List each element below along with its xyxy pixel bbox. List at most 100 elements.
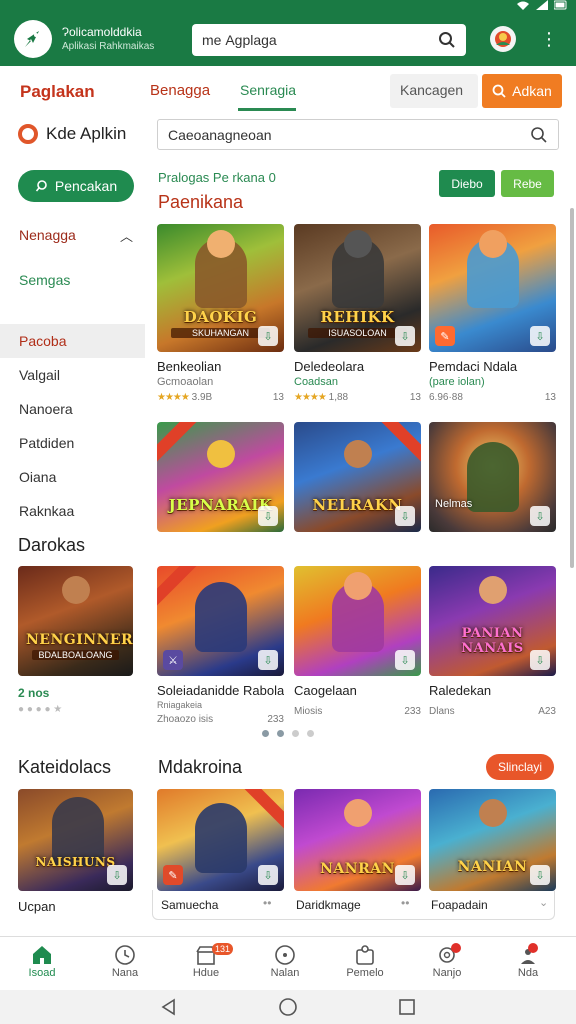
- home-circle-icon[interactable]: [278, 997, 298, 1017]
- sidebar-brand[interactable]: Kde Aplkin: [18, 124, 126, 144]
- game-card[interactable]: JEPNARAIK ⇩: [157, 422, 284, 532]
- download-icon[interactable]: ⇩: [395, 650, 415, 670]
- main-search-field[interactable]: Caeoanagneoan: [157, 119, 559, 150]
- game-count: 13: [409, 392, 421, 403]
- game-thumbnail[interactable]: NANIAN ⇩: [429, 789, 556, 891]
- nav-badge: 131: [212, 943, 234, 955]
- section-title: Paenikana: [158, 192, 244, 212]
- game-card[interactable]: NANIAN ⇩: [429, 789, 556, 891]
- download-icon[interactable]: ⇩: [530, 326, 550, 346]
- game-category-icon: ⚔: [163, 650, 183, 670]
- nav-item-explore[interactable]: Nalan: [255, 943, 315, 979]
- sidebar-item-semgas[interactable]: Semgas: [0, 262, 145, 314]
- game-thumbnail[interactable]: NAISHUNS ⇩: [18, 789, 133, 891]
- sidebar-item-valgail[interactable]: Valgail: [0, 358, 145, 392]
- game-thumbnail[interactable]: NENGINNER BDALBOALOANG: [18, 566, 133, 676]
- game-card[interactable]: REHIKK ISUASOLOAN ⇩ Deledeolara Coadsan …: [294, 224, 421, 403]
- sidebar-item-patdiden[interactable]: Patdiden: [0, 426, 145, 460]
- more-icon[interactable]: ••: [263, 896, 271, 910]
- download-icon[interactable]: ⇩: [258, 506, 278, 526]
- tabrow-search-button[interactable]: Adkan: [482, 74, 562, 108]
- game-card[interactable]: DAOKIG SKUHANGAN ⇩ Benkeolian Gcmoaolan …: [157, 224, 284, 403]
- game-card[interactable]: ⇩ Caogelaan Miosis 233: [294, 566, 421, 717]
- tab-games[interactable]: Senragia: [240, 82, 296, 98]
- chevron-down-icon[interactable]: ⌄: [539, 896, 548, 909]
- download-icon[interactable]: ⇩: [530, 506, 550, 526]
- game-thumbnail[interactable]: NANRAN ⇩: [294, 789, 421, 891]
- filter-pill-a[interactable]: Diebo: [439, 170, 495, 197]
- nav-item-home[interactable]: Isoad: [12, 943, 72, 979]
- download-icon[interactable]: ⇩: [395, 865, 415, 885]
- download-icon[interactable]: ⇩: [530, 865, 550, 885]
- sidebar-item-pacoba[interactable]: Pacoba: [0, 324, 145, 358]
- game-thumbnail[interactable]: PANIAN NANAIS ⇩: [429, 566, 556, 676]
- game-count: 13: [544, 392, 556, 403]
- tab-categories[interactable]: Benagga: [150, 82, 210, 99]
- kebab-icon[interactable]: ⋮: [540, 28, 558, 50]
- game-card[interactable]: NAISHUNS ⇩ Ucpan: [18, 789, 133, 914]
- recents-icon[interactable]: [398, 998, 416, 1016]
- game-card[interactable]: NANRAN ⇩: [294, 789, 421, 891]
- search-icon[interactable]: [530, 126, 548, 144]
- nav-item-profile[interactable]: Pemelo: [335, 943, 395, 979]
- search-icon[interactable]: [438, 31, 456, 49]
- more-icon[interactable]: ••: [401, 896, 409, 910]
- game-meta: ★★★★ 3.9B 13: [157, 392, 284, 403]
- game-thumbnail[interactable]: Nelmas ⇩: [429, 422, 556, 532]
- game-thumbnail[interactable]: ✎ ⇩: [429, 224, 556, 352]
- sidebar-item-raknkaa[interactable]: Raknkaa: [0, 494, 145, 528]
- game-card[interactable]: NENGINNER BDALBOALOANG 2 nos ● ● ● ● ★: [18, 566, 133, 715]
- download-icon[interactable]: ⇩: [395, 326, 415, 346]
- sidebar-item-oiana[interactable]: Oiana: [0, 460, 145, 494]
- game-thumbnail[interactable]: ✎ ⇩: [157, 789, 284, 891]
- hero-head: [344, 572, 372, 600]
- game-card[interactable]: Nelmas ⇩: [429, 422, 556, 532]
- game-thumbnail[interactable]: DAOKIG SKUHANGAN ⇩: [157, 224, 284, 352]
- game-thumbnail[interactable]: JEPNARAIK ⇩: [157, 422, 284, 532]
- nav-item-store[interactable]: 131 Hdue: [176, 943, 236, 979]
- user-avatar[interactable]: [490, 26, 516, 52]
- carousel-dot[interactable]: [307, 730, 314, 737]
- nav-item-recent[interactable]: Nana: [95, 943, 155, 979]
- rating-stars: ★★★★: [294, 392, 327, 403]
- download-icon[interactable]: ⇩: [258, 326, 278, 346]
- game-card[interactable]: ⚔ ⇩ Soleiadanidde Rabola Rniagakeia Zhoa…: [157, 566, 284, 725]
- carousel-dot[interactable]: [262, 730, 269, 737]
- game-card[interactable]: NELRAKN ⇩: [294, 422, 421, 532]
- game-card[interactable]: ✎ ⇩: [157, 789, 284, 891]
- chevron-up-icon[interactable]: ︿: [120, 226, 133, 245]
- download-icon[interactable]: ⇩: [395, 506, 415, 526]
- app-logo[interactable]: [14, 20, 52, 58]
- carousel-dot[interactable]: [292, 730, 299, 737]
- tabrow-filter-input[interactable]: Kancagen: [390, 74, 478, 108]
- scrollbar[interactable]: [570, 208, 574, 568]
- download-icon[interactable]: ⇩: [258, 865, 278, 885]
- game-card[interactable]: PANIAN NANAIS ⇩ Raledekan Dlans A23: [429, 566, 556, 717]
- sidebar-item-label: Pacoba: [19, 333, 67, 349]
- sidebar-item-label: Nanoera: [19, 401, 73, 417]
- game-thumbnail[interactable]: NELRAKN ⇩: [294, 422, 421, 532]
- game-card[interactable]: ✎ ⇩ Pemdaci Ndala (pare iolan) 6.96·88 1…: [429, 224, 556, 403]
- game-thumbnail[interactable]: REHIKK ISUASOLOAN ⇩: [294, 224, 421, 352]
- nav-item-settings[interactable]: Nanjo: [417, 943, 477, 979]
- download-icon[interactable]: ⇩: [530, 650, 550, 670]
- carousel-dot[interactable]: [277, 730, 284, 737]
- game-meta-right: 233: [404, 706, 421, 717]
- tab-home[interactable]: Paglakan: [20, 82, 95, 102]
- top-search-field[interactable]: mе Agplaga: [192, 24, 466, 56]
- sidebar-nav: Nenagga ︿ Semgas Pacoba Valgail Nanoera …: [0, 218, 145, 528]
- download-icon[interactable]: ⇩: [258, 650, 278, 670]
- game-thumbnail[interactable]: ⇩: [294, 566, 421, 676]
- carousel-dots[interactable]: [262, 730, 314, 737]
- see-all-button[interactable]: Slinclayi: [486, 754, 554, 780]
- game-thumbnail[interactable]: ⚔ ⇩: [157, 566, 284, 676]
- filter-pill-b[interactable]: Rebe: [501, 170, 554, 197]
- sidebar-item-nanoera[interactable]: Nanoera: [0, 392, 145, 426]
- nav-label: Hdue: [192, 967, 220, 979]
- back-icon[interactable]: [160, 998, 178, 1016]
- sidebar-item-nenagga[interactable]: Nenagga ︿: [0, 218, 145, 262]
- download-icon[interactable]: ⇩: [107, 865, 127, 885]
- sidebar-cta-button[interactable]: Pencakan: [18, 170, 134, 202]
- nav-item-user[interactable]: Nda: [498, 943, 558, 979]
- signal-icon: [536, 0, 548, 13]
